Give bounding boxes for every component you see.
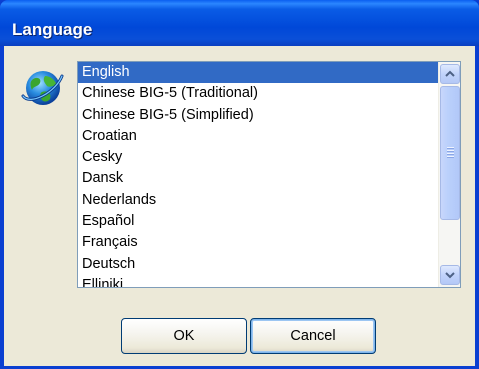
vertical-scrollbar[interactable] [438,62,460,287]
scroll-down-button[interactable] [440,265,460,285]
scroll-grip-line [447,150,454,152]
scroll-thumb[interactable] [440,86,460,220]
language-item-nederlands[interactable]: Nederlands [78,190,438,211]
globe-icon [20,66,64,110]
ok-button[interactable]: OK [121,318,247,354]
language-item-cesky[interactable]: Cesky [78,147,438,168]
language-item-chinese-simplified[interactable]: Chinese BIG-5 (Simplified) [78,105,438,126]
language-item-dansk[interactable]: Dansk [78,168,438,189]
language-listbox[interactable]: English Chinese BIG-5 (Traditional) Chin… [77,61,461,288]
language-dialog: Language English Chinese BIG-5 (Traditio… [0,0,479,369]
language-item-chinese-traditional[interactable]: Chinese BIG-5 (Traditional) [78,83,438,104]
cancel-button[interactable]: Cancel [250,318,376,354]
scroll-grip-line [447,153,454,155]
scroll-grip-line [447,156,454,158]
language-item-francais[interactable]: Français [78,232,438,253]
scroll-down-arrow-icon [445,272,455,279]
language-list: English Chinese BIG-5 (Traditional) Chin… [78,62,438,287]
scroll-up-button[interactable] [440,64,460,84]
language-item-espanol[interactable]: Español [78,211,438,232]
scroll-up-arrow-icon [445,70,455,77]
language-item-deutsch[interactable]: Deutsch [78,254,438,275]
scroll-grip-line [447,147,454,149]
language-item-croatian[interactable]: Croatian [78,126,438,147]
window-right-border [475,46,479,369]
window-title: Language [12,20,93,39]
title-bar[interactable]: Language [0,0,479,46]
language-item-english[interactable]: English [78,62,438,84]
language-item-elliniki[interactable]: Elliniki [78,275,438,287]
